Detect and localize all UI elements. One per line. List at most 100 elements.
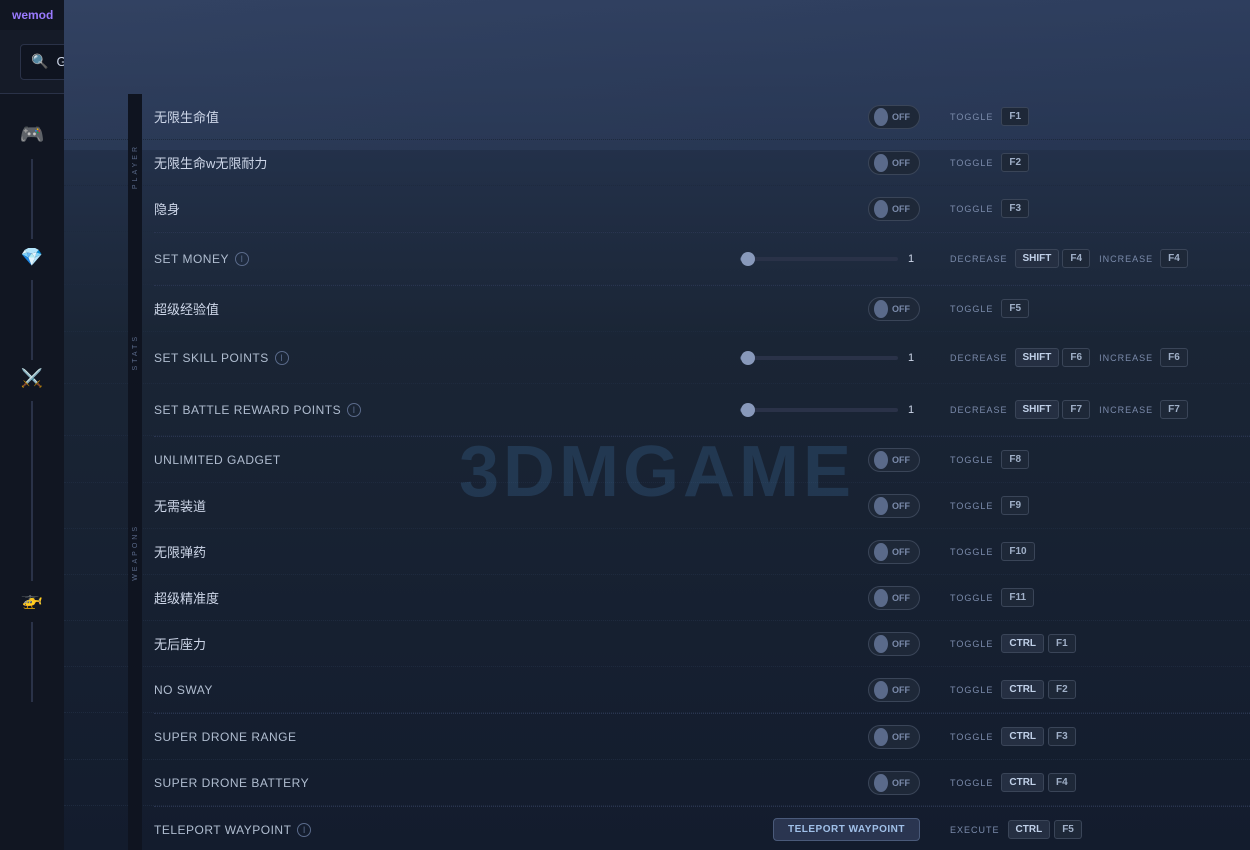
key-f6-inc: F6 <box>1160 348 1188 367</box>
shortcut-increase-4: INCREASE <box>1099 254 1153 264</box>
cheat-name-15: SUPER DRONE BATTERY <box>154 776 868 790</box>
weapons-strip: WEAPONS <box>128 524 142 581</box>
toggle-12[interactable]: OFF <box>868 632 920 656</box>
slider-value-6: 1 <box>908 352 920 364</box>
cheat-row-6: SET SKILL POINTS i 1 DECREASE SHIFT F6 I… <box>64 332 1250 384</box>
toggle-14[interactable]: OFF <box>868 725 920 749</box>
sidebar-icon-stats: 💎 <box>21 247 43 268</box>
slider-value-4: 1 <box>908 253 920 265</box>
toggle-knob-2 <box>874 154 888 172</box>
slider-track-7 <box>740 408 898 412</box>
shortcuts-1: TOGGLE F1 <box>950 107 1230 126</box>
search-icon: 🔍 <box>31 53 48 70</box>
toggle-knob-10 <box>874 543 888 561</box>
slider-track-6 <box>740 356 898 360</box>
player-strip: PLAYER <box>128 144 142 189</box>
cheat-name-9: 无需装道 <box>154 496 868 515</box>
key-f6-dec: F6 <box>1062 348 1090 367</box>
content-area: PLAYER STATS WEAPONS 3DMGAME 无限生命值 OFF T… <box>64 94 1250 850</box>
info-icon-7[interactable]: i <box>347 403 361 417</box>
shortcuts-15: TOGGLE CTRL F4 <box>950 773 1230 792</box>
slider-thumb-4[interactable] <box>741 252 755 266</box>
cheat-name-11: 超级精准度 <box>154 588 868 607</box>
toggle-knob-13 <box>874 681 888 699</box>
shortcut-type-3: TOGGLE <box>950 204 993 214</box>
key-f7-inc: F7 <box>1160 400 1188 419</box>
shortcuts-5: TOGGLE F5 <box>950 299 1230 318</box>
toggle-label-8: OFF <box>892 455 914 465</box>
app-logo: wemod <box>12 8 53 22</box>
title-bar-left: wemod <box>12 8 53 22</box>
toggle-5[interactable]: OFF <box>868 297 920 321</box>
cheat-row-11: 超级精准度 OFF TOGGLE F11 <box>64 575 1250 621</box>
key-f1-1: F1 <box>1001 107 1029 126</box>
toggle-label-10: OFF <box>892 547 914 557</box>
shortcuts-11: TOGGLE F11 <box>950 588 1230 607</box>
toggle-knob-12 <box>874 635 888 653</box>
key-f2: F2 <box>1001 153 1029 172</box>
toggle-knob-15 <box>874 774 888 792</box>
toggle-knob-14 <box>874 728 888 746</box>
toggle-10[interactable]: OFF <box>868 540 920 564</box>
slider-thumb-6[interactable] <box>741 351 755 365</box>
cheat-row-16: TELEPORT WAYPOINT i TELEPORT WAYPOINT EX… <box>64 807 1250 850</box>
cheat-name-8: UNLIMITED GADGET <box>154 453 868 467</box>
slider-4[interactable]: 1 <box>740 253 920 265</box>
shortcuts-16: EXECUTE CTRL F5 <box>950 820 1230 839</box>
toggle-label-5: OFF <box>892 304 914 314</box>
key-f7-dec: F7 <box>1062 400 1090 419</box>
slider-value-7: 1 <box>908 404 920 416</box>
teleport-waypoint-button[interactable]: TELEPORT WAYPOINT <box>773 818 920 841</box>
slider-thumb-7[interactable] <box>741 403 755 417</box>
slider-6[interactable]: 1 <box>740 352 920 364</box>
slider-track-4 <box>740 257 898 261</box>
shortcuts-7: DECREASE SHIFT F7 INCREASE F7 <box>950 400 1230 419</box>
key-f4-dec: F4 <box>1062 249 1090 268</box>
shortcuts-6: DECREASE SHIFT F6 INCREASE F6 <box>950 348 1230 367</box>
sidebar-icon-player: 🎮 <box>20 122 45 147</box>
key-f11: F11 <box>1001 588 1034 607</box>
toggle-2[interactable]: OFF <box>868 151 920 175</box>
shortcuts-10: TOGGLE F10 <box>950 542 1230 561</box>
sidebar: 🎮 💎 ⚔️ 🚁 <box>0 94 64 850</box>
toggle-9[interactable]: OFF <box>868 494 920 518</box>
shortcuts-9: TOGGLE F9 <box>950 496 1230 515</box>
shortcut-type-1: TOGGLE <box>950 112 993 122</box>
toggle-label-12: OFF <box>892 639 914 649</box>
toggle-knob-5 <box>874 300 888 318</box>
cheat-name-13: NO SWAY <box>154 683 868 697</box>
toggle-11[interactable]: OFF <box>868 586 920 610</box>
shortcuts-4: DECREASE SHIFT F4 INCREASE F4 <box>950 249 1230 268</box>
key-f8: F8 <box>1001 450 1029 469</box>
toggle-knob-11 <box>874 589 888 607</box>
toggle-8[interactable]: OFF <box>868 448 920 472</box>
cheat-row-12: 无后座力 OFF TOGGLE CTRL F1 <box>64 621 1250 667</box>
toggle-label-11: OFF <box>892 593 914 603</box>
key-f5-16: F5 <box>1054 820 1082 839</box>
cheat-name-3: 隐身 <box>154 199 868 218</box>
side-strip: PLAYER STATS WEAPONS <box>128 94 142 850</box>
toggle-3[interactable]: OFF <box>868 197 920 221</box>
info-icon-4[interactable]: i <box>235 252 249 266</box>
shortcuts-13: TOGGLE CTRL F2 <box>950 680 1230 699</box>
cheat-row-10: 无限弹药 OFF TOGGLE F10 <box>64 529 1250 575</box>
toggle-label-13: OFF <box>892 685 914 695</box>
key-ctrl-12: CTRL <box>1001 634 1044 653</box>
slider-7[interactable]: 1 <box>740 404 920 416</box>
key-f3-14: F3 <box>1048 727 1076 746</box>
cheat-row-15: SUPER DRONE BATTERY OFF TOGGLE CTRL F4 <box>64 760 1250 806</box>
shortcuts-8: TOGGLE F8 <box>950 450 1230 469</box>
cheat-row-9: 无需装道 OFF TOGGLE F9 <box>64 483 1250 529</box>
cheat-name-6: SET SKILL POINTS i <box>154 351 740 365</box>
info-icon-16[interactable]: i <box>297 823 311 837</box>
toggle-1[interactable]: OFF <box>868 105 920 129</box>
cheat-name-10: 无限弹药 <box>154 542 868 561</box>
cheat-row-3: 隐身 OFF TOGGLE F3 <box>64 186 1250 232</box>
toggle-13[interactable]: OFF <box>868 678 920 702</box>
sidebar-icon-drone: 🚁 <box>21 589 43 610</box>
toggle-label-9: OFF <box>892 501 914 511</box>
key-f2-13: F2 <box>1048 680 1076 699</box>
info-icon-6[interactable]: i <box>275 351 289 365</box>
toggle-15[interactable]: OFF <box>868 771 920 795</box>
stats-label: STATS <box>132 334 139 371</box>
